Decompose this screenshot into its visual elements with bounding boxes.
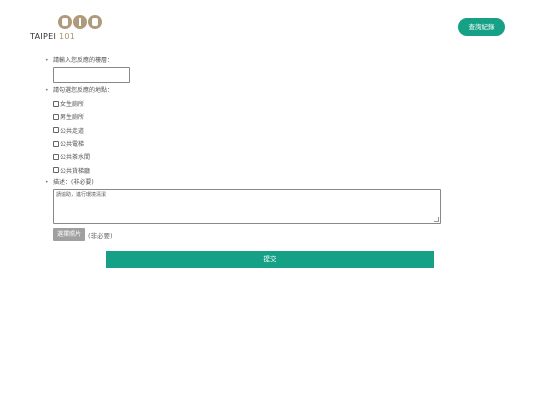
option-public-elevator[interactable]: 公共電梯: [44, 137, 454, 150]
choose-photo-button[interactable]: 選擇照片: [53, 228, 86, 242]
floor-label: 請輸入您反應的樓層：: [44, 56, 454, 66]
logo-text: TAIPEI 101: [30, 32, 75, 41]
logo-ring: [73, 15, 87, 29]
option-womens-restroom[interactable]: 女生廁所: [44, 97, 454, 110]
checkbox[interactable]: [53, 167, 59, 174]
option-label: 男生廁所: [60, 114, 85, 122]
logo-number: 101: [58, 32, 76, 41]
checkbox[interactable]: [53, 140, 59, 147]
option-label: 公共走道: [60, 127, 85, 135]
file-optional-note: (非必要): [88, 231, 113, 240]
description-label: 描述：(非必要): [44, 178, 454, 188]
option-label: 公共茶水間: [60, 154, 91, 162]
option-public-pantry[interactable]: 公共茶水間: [44, 150, 454, 163]
checkbox[interactable]: [53, 153, 59, 160]
option-label: 女生廁所: [60, 101, 85, 109]
place-label: 請勾選您反應的地點：: [44, 86, 454, 96]
option-mens-restroom[interactable]: 男生廁所: [44, 110, 454, 123]
floor-input[interactable]: [53, 67, 130, 83]
file-upload-row: 選擇照片 (非必要): [53, 228, 454, 242]
checkbox[interactable]: [53, 127, 59, 134]
checkbox[interactable]: [53, 113, 59, 120]
history-button[interactable]: 查詢紀錄: [458, 18, 505, 36]
option-public-corridor[interactable]: 公共走道: [44, 124, 454, 137]
taipei101-logo: TAIPEI 101: [30, 15, 102, 41]
option-freight-elevator-hall[interactable]: 公共貨梯廳: [44, 163, 454, 176]
report-form: 請輸入您反應的樓層： 請勾選您反應的地點： 女生廁所 男生廁所 公共走道 公共電…: [44, 56, 454, 242]
option-label: 公共貨梯廳: [60, 167, 91, 175]
logo-wordmark: TAIPEI: [30, 32, 57, 41]
resize-handle[interactable]: [434, 216, 439, 222]
logo-ring: [88, 15, 102, 29]
description-textarea[interactable]: 請協助，進行環境清潔: [53, 188, 441, 224]
option-label: 公共電梯: [60, 141, 85, 149]
submit-button[interactable]: 提交: [106, 251, 434, 268]
description-text: 請協助，進行環境清潔: [56, 191, 107, 198]
checkbox[interactable]: [53, 100, 59, 107]
logo-ring: [58, 15, 72, 29]
